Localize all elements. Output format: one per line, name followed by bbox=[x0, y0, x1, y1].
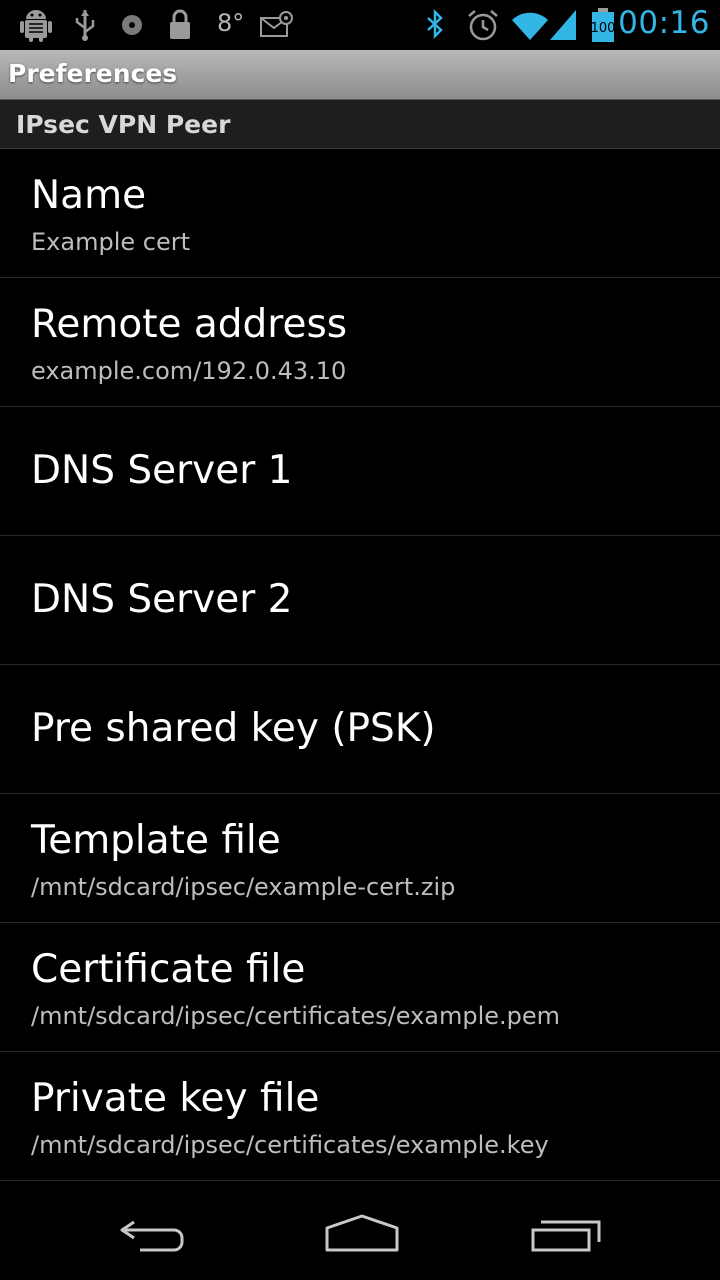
recent-apps-icon[interactable] bbox=[523, 1208, 613, 1264]
pref-summary: Example cert bbox=[31, 228, 190, 256]
home-icon[interactable] bbox=[317, 1208, 407, 1264]
status-bar: 8° 100 00:16 bbox=[0, 0, 720, 50]
wifi-icon bbox=[510, 8, 550, 42]
temperature-label: 8° bbox=[217, 9, 245, 37]
pref-title: DNS Server 1 bbox=[31, 448, 293, 493]
pref-dns-server-2[interactable]: DNS Server 2 bbox=[0, 536, 720, 665]
pref-remote-address[interactable]: Remote address example.com/192.0.43.10 bbox=[0, 278, 720, 407]
pref-summary: /mnt/sdcard/ipsec/certificates/example.k… bbox=[31, 1131, 549, 1159]
pref-summary: /mnt/sdcard/ipsec/certificates/example.p… bbox=[31, 1002, 561, 1030]
signal-icon bbox=[548, 8, 578, 42]
lock-icon bbox=[168, 8, 192, 42]
disc-icon bbox=[120, 8, 144, 42]
bluetooth-icon bbox=[424, 8, 446, 42]
category-title: IPsec VPN Peer bbox=[16, 110, 231, 139]
pref-template-file[interactable]: Template file /mnt/sdcard/ipsec/example-… bbox=[0, 794, 720, 923]
alarm-icon bbox=[466, 8, 500, 42]
pref-pre-shared-key[interactable]: Pre shared key (PSK) bbox=[0, 665, 720, 794]
preference-list: Name Example cert Remote address example… bbox=[0, 149, 720, 1181]
pref-title: Template file bbox=[31, 818, 281, 863]
back-icon[interactable] bbox=[110, 1208, 200, 1264]
pref-summary: /mnt/sdcard/ipsec/example-cert.zip bbox=[31, 873, 456, 901]
page-title: Preferences bbox=[8, 59, 178, 88]
pref-title: DNS Server 2 bbox=[31, 577, 293, 622]
pref-private-key-file[interactable]: Private key file /mnt/sdcard/ipsec/certi… bbox=[0, 1052, 720, 1181]
pref-name[interactable]: Name Example cert bbox=[0, 149, 720, 278]
android-debug-icon bbox=[20, 8, 52, 42]
email-at-icon bbox=[259, 8, 293, 42]
category-header: IPsec VPN Peer bbox=[0, 100, 720, 149]
pref-title: Private key file bbox=[31, 1076, 320, 1121]
navigation-bar bbox=[0, 1190, 720, 1280]
pref-certificate-file[interactable]: Certificate file /mnt/sdcard/ipsec/certi… bbox=[0, 923, 720, 1052]
pref-title: Pre shared key (PSK) bbox=[31, 706, 436, 751]
pref-title: Name bbox=[31, 173, 147, 218]
pref-title: Certificate file bbox=[31, 947, 306, 992]
usb-icon bbox=[73, 8, 97, 42]
title-bar: Preferences bbox=[0, 50, 720, 100]
battery-icon: 100 bbox=[588, 8, 618, 42]
pref-title: Remote address bbox=[31, 302, 348, 347]
pref-dns-server-1[interactable]: DNS Server 1 bbox=[0, 407, 720, 536]
pref-summary: example.com/192.0.43.10 bbox=[31, 357, 347, 385]
battery-level-label: 100 bbox=[591, 21, 616, 36]
clock: 00:16 bbox=[618, 5, 710, 41]
